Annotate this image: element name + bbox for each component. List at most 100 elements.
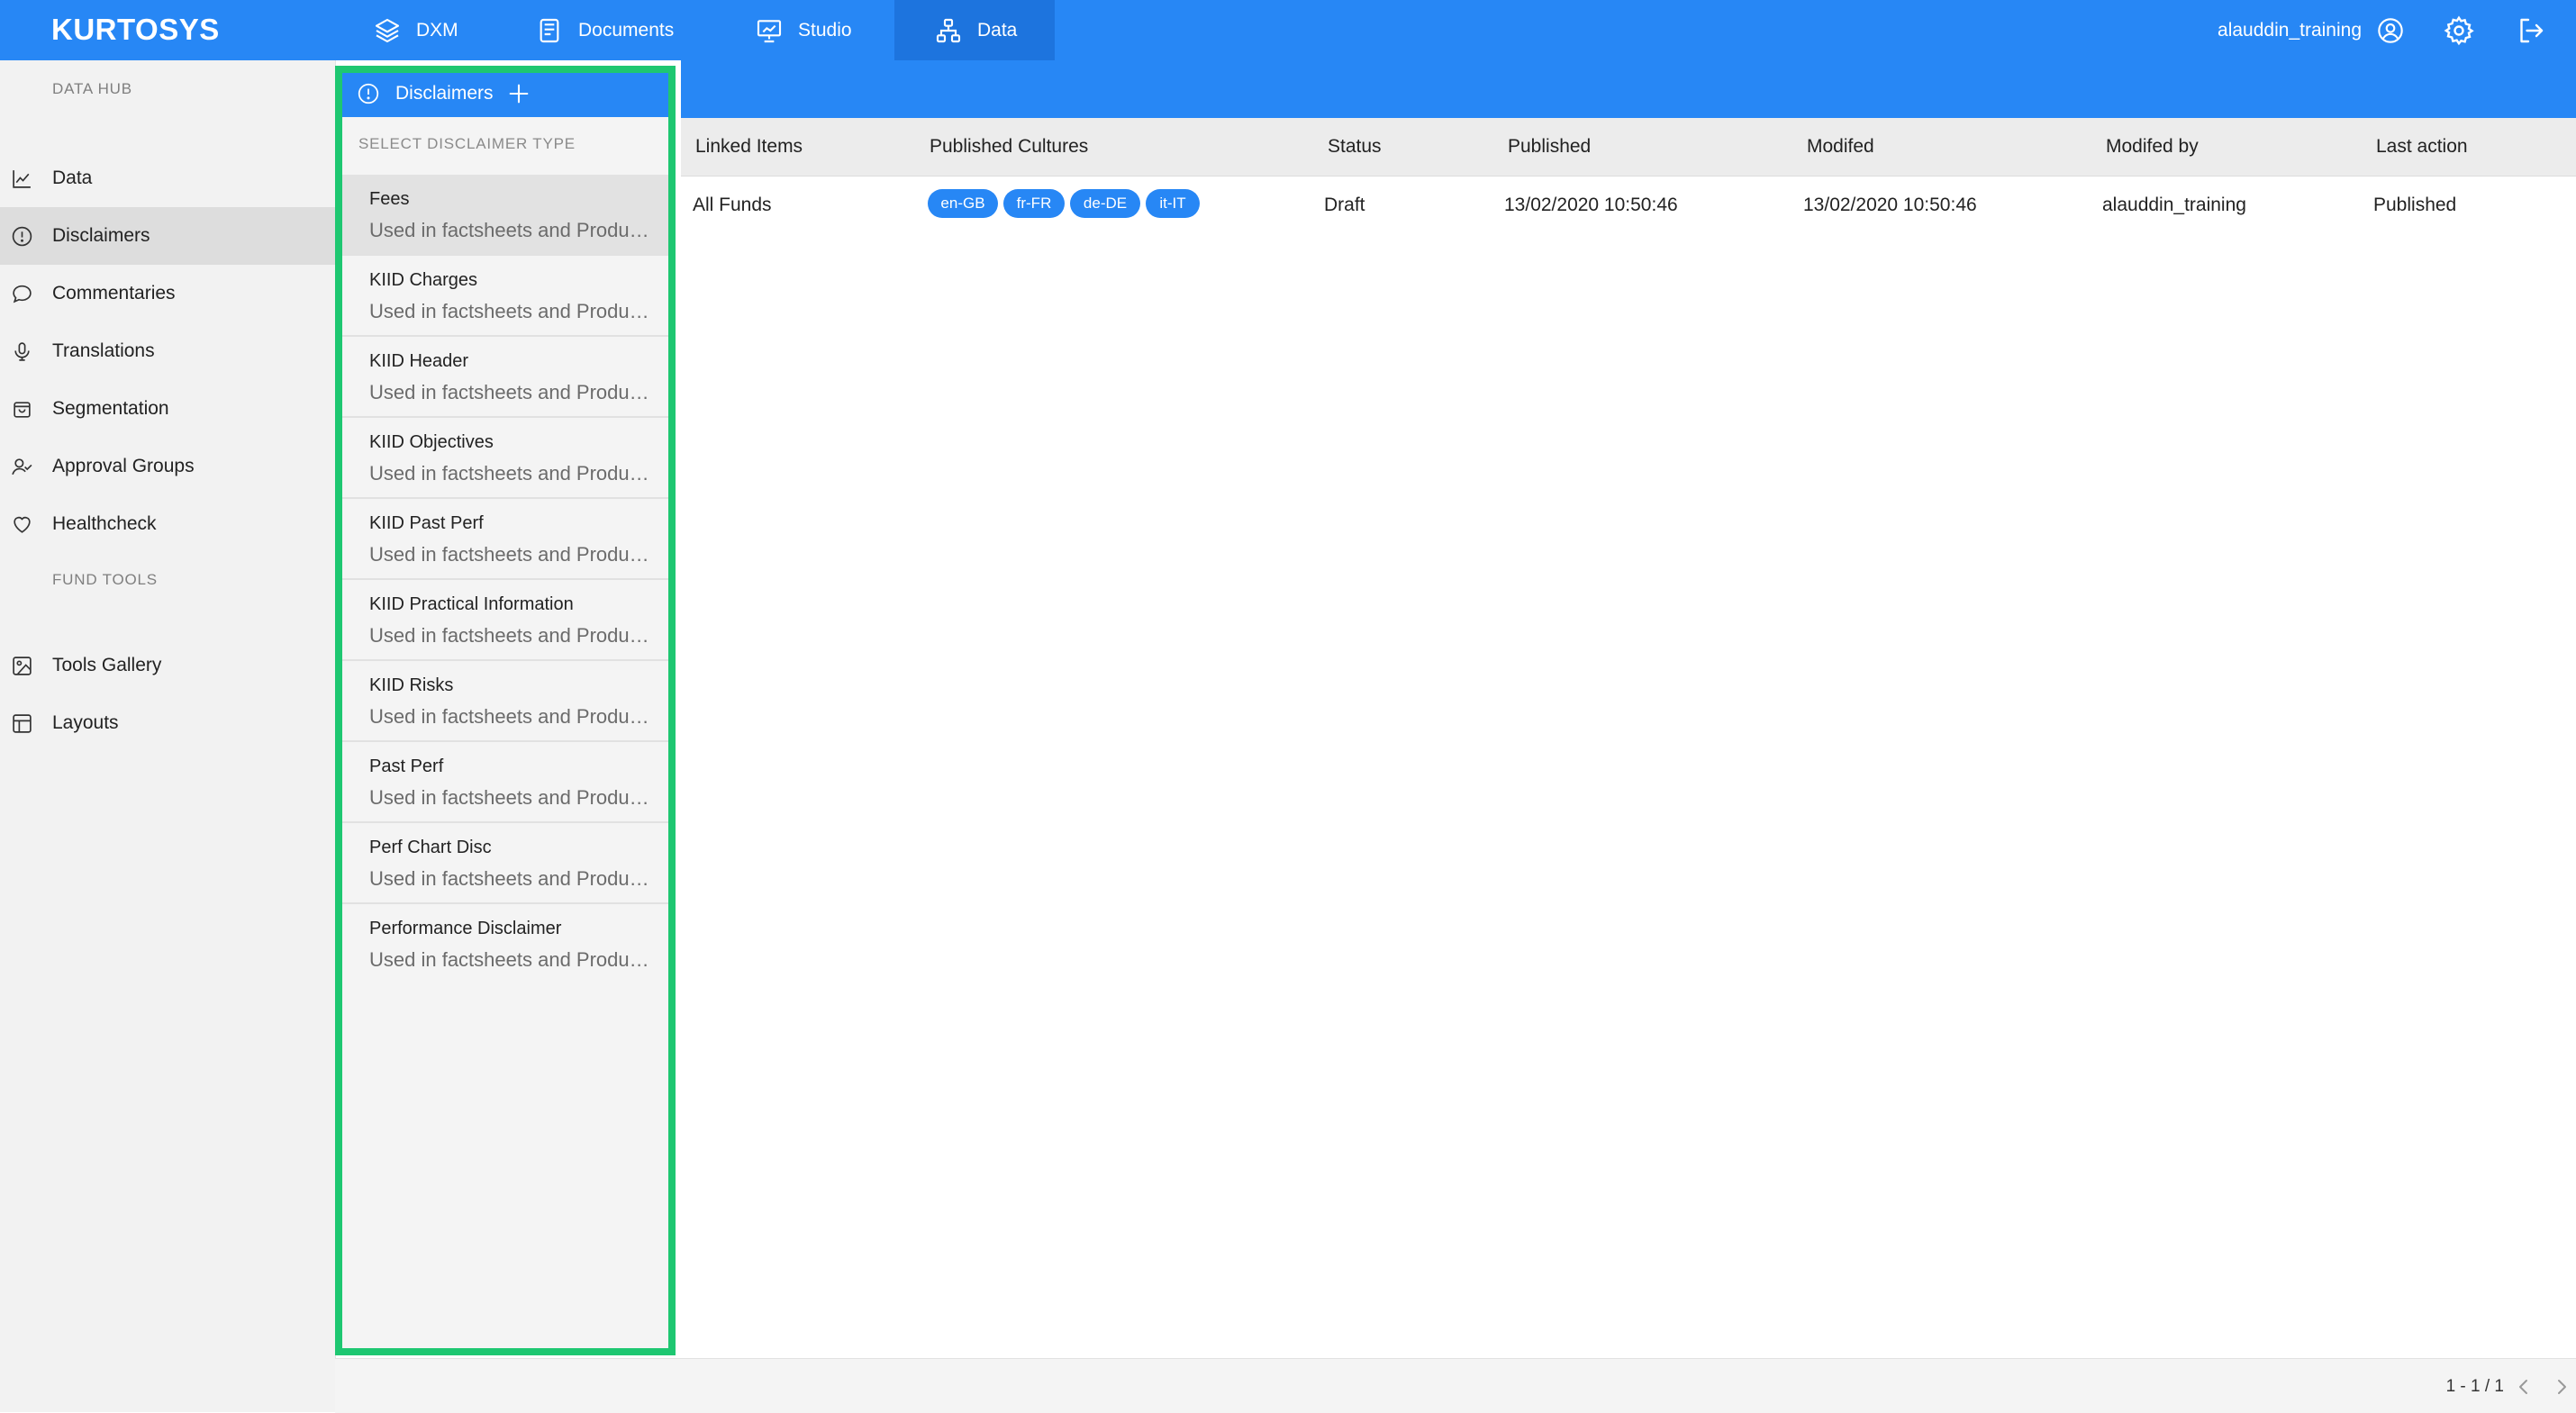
tab-label: DXM <box>416 19 458 41</box>
sidebar-item-label: Segmentation <box>52 398 169 419</box>
sidebar-item-layouts[interactable]: Layouts <box>0 694 335 752</box>
sidebar-item-label: Disclaimers <box>52 225 150 246</box>
presentation-icon <box>757 19 782 42</box>
comment-icon <box>13 285 32 303</box>
add-disclaimer-button[interactable] <box>506 81 531 106</box>
disclaimer-type-kiid-practical-information[interactable]: KIID Practical Information Used in facts… <box>340 580 670 661</box>
pagination-text: 1 - 1 / 1 <box>2445 1377 2504 1396</box>
heart-icon <box>14 516 31 533</box>
disclaimer-type-fees[interactable]: Fees Used in factsheets and Product page… <box>340 175 670 256</box>
disclaimer-type-description: Used in factsheets and Product pages <box>369 624 658 647</box>
section-label-data-hub: DATA HUB <box>52 80 132 97</box>
disclaimer-type-name: Perf Chart Disc <box>369 838 492 857</box>
section-label-fund-tools: FUND TOOLS <box>52 571 158 588</box>
disclaimer-type-past-perf[interactable]: Past Perf Used in factsheets and Product… <box>340 742 670 823</box>
sidebar-item-approval-groups[interactable]: Approval Groups <box>0 438 335 495</box>
column-header-published[interactable]: Published <box>1508 136 1591 158</box>
disclaimer-type-kiid-risks[interactable]: KIID Risks Used in factsheets and Produc… <box>340 661 670 742</box>
user-circle-icon <box>2378 17 2403 43</box>
disclaimers-panel-title: Disclaimers <box>395 83 494 104</box>
disclaimer-type-kiid-header[interactable]: KIID Header Used in factsheets and Produ… <box>340 337 670 418</box>
tab-data[interactable]: Data <box>894 0 1055 60</box>
hierarchy-icon <box>936 18 961 42</box>
alert-circle-icon <box>12 226 32 247</box>
sidebar-item-tools-gallery[interactable]: Tools Gallery <box>0 637 335 694</box>
disclaimer-type-name: KIID Risks <box>369 675 454 695</box>
disclaimer-type-kiid-objectives[interactable]: KIID Objectives Used in factsheets and P… <box>340 418 670 499</box>
disclaimer-type-description: Used in factsheets and Product pages <box>369 300 658 322</box>
tab-documents[interactable]: Documents <box>535 0 674 60</box>
sidebar-item-healthcheck[interactable]: Healthcheck <box>0 495 335 553</box>
tab-label: Data <box>977 19 1018 41</box>
disclaimer-type-name: KIID Objectives <box>369 432 494 452</box>
sidebar-item-segmentation[interactable]: Segmentation <box>0 380 335 438</box>
column-header-modified[interactable]: Modifed <box>1807 136 1874 158</box>
disclaimer-type-description: Used in factsheets and Product pages <box>369 786 658 809</box>
bag-icon <box>14 402 31 418</box>
disclaimer-type-description: Used in factsheets and Product pages <box>369 543 658 566</box>
tab-studio[interactable]: Studio <box>755 0 852 60</box>
column-header-linked-items[interactable]: Linked Items <box>695 136 803 158</box>
chart-icon <box>13 170 31 188</box>
tab-dxm[interactable]: DXM <box>373 0 458 60</box>
kurtosys-logo[interactable]: KURTOSYS <box>51 13 220 47</box>
disclaimer-type-name: Fees <box>369 189 410 209</box>
disclaimers-panel-header: Disclaimers <box>340 70 670 117</box>
disclaimer-type-name: KIID Header <box>369 351 469 371</box>
layers-icon <box>375 18 400 42</box>
column-header-modified-by[interactable]: Modifed by <box>2106 136 2199 158</box>
list-caption: SELECT DISCLAIMER TYPE <box>358 135 576 152</box>
sidebar-item-label: Translations <box>52 340 155 361</box>
disclaimer-type-list: SELECT DISCLAIMER TYPE Fees Used in fact… <box>340 117 671 1353</box>
microphone-icon <box>14 342 30 361</box>
sidebar-item-label: Healthcheck <box>52 513 157 534</box>
cell-linked-items: All Funds <box>693 195 772 215</box>
disclaimer-type-description: Used in factsheets and Product pages <box>369 381 658 403</box>
sidebar-item-label: Approval Groups <box>52 456 195 476</box>
cell-status: Draft <box>1324 195 1365 215</box>
chevron-left-icon[interactable] <box>2513 1376 2535 1398</box>
cell-modified: 13/02/2020 10:50:46 <box>1803 195 1977 215</box>
alert-circle-icon <box>358 83 379 104</box>
panel-footer <box>335 1358 682 1413</box>
disclaimer-type-kiid-charges[interactable]: KIID Charges Used in factsheets and Prod… <box>340 256 670 337</box>
culture-badge: fr-FR <box>1003 189 1065 218</box>
disclaimer-type-description: Used in factsheets and Product pages <box>369 948 658 971</box>
user-check-icon <box>12 458 32 476</box>
disclaimer-type-description: Used in factsheets and Product pages <box>369 219 658 241</box>
disclaimer-type-performance-disclaimer[interactable]: Performance Disclaimer Used in factsheet… <box>340 904 670 983</box>
content-header-band <box>681 60 2576 118</box>
sidebar-item-label: Layouts <box>52 712 119 733</box>
username: alauddin_training <box>2218 19 2362 41</box>
column-header-published-cultures[interactable]: Published Cultures <box>930 136 1088 158</box>
culture-badge: it-IT <box>1146 189 1200 218</box>
table-row[interactable]: All Funds en-GB fr-FR de-DE it-IT Draft … <box>681 177 2576 234</box>
logout-icon[interactable] <box>2515 14 2547 47</box>
cell-published: 13/02/2020 10:50:46 <box>1504 195 1678 215</box>
disclaimer-type-name: KIID Practical Information <box>369 594 574 614</box>
sidebar-item-data[interactable]: Data <box>0 149 335 207</box>
disclaimer-type-name: KIID Past Perf <box>369 513 484 533</box>
sidebar-item-translations[interactable]: Translations <box>0 322 335 380</box>
user-menu[interactable]: alauddin_training <box>2218 0 2405 60</box>
disclaimer-type-description: Used in factsheets and Product pages <box>369 867 658 890</box>
top-navigation-bar: KURTOSYS DXM Documents Studio Data alaud… <box>0 0 2576 60</box>
culture-badge: de-DE <box>1070 189 1140 218</box>
image-icon <box>13 657 32 675</box>
disclaimer-type-description: Used in factsheets and Product pages <box>369 705 658 728</box>
column-header-status[interactable]: Status <box>1328 136 1382 158</box>
table-header: Linked Items Published Cultures Status P… <box>681 118 2576 177</box>
culture-badge: en-GB <box>928 189 998 218</box>
sidebar-item-label: Tools Gallery <box>52 655 162 675</box>
table-body-empty-area <box>681 234 2576 1358</box>
sidebar-item-commentaries[interactable]: Commentaries <box>0 265 335 322</box>
sidebar-item-disclaimers[interactable]: Disclaimers <box>0 207 335 265</box>
table-footer: 1 - 1 / 1 <box>681 1358 2576 1413</box>
disclaimer-type-name: KIID Charges <box>369 270 478 290</box>
tab-label: Studio <box>798 19 852 41</box>
gear-icon[interactable] <box>2443 14 2475 47</box>
chevron-right-icon[interactable] <box>2551 1376 2572 1398</box>
disclaimer-type-kiid-past-perf[interactable]: KIID Past Perf Used in factsheets and Pr… <box>340 499 670 580</box>
column-header-last-action[interactable]: Last action <box>2376 136 2468 158</box>
disclaimer-type-perf-chart-disc[interactable]: Perf Chart Disc Used in factsheets and P… <box>340 823 670 904</box>
